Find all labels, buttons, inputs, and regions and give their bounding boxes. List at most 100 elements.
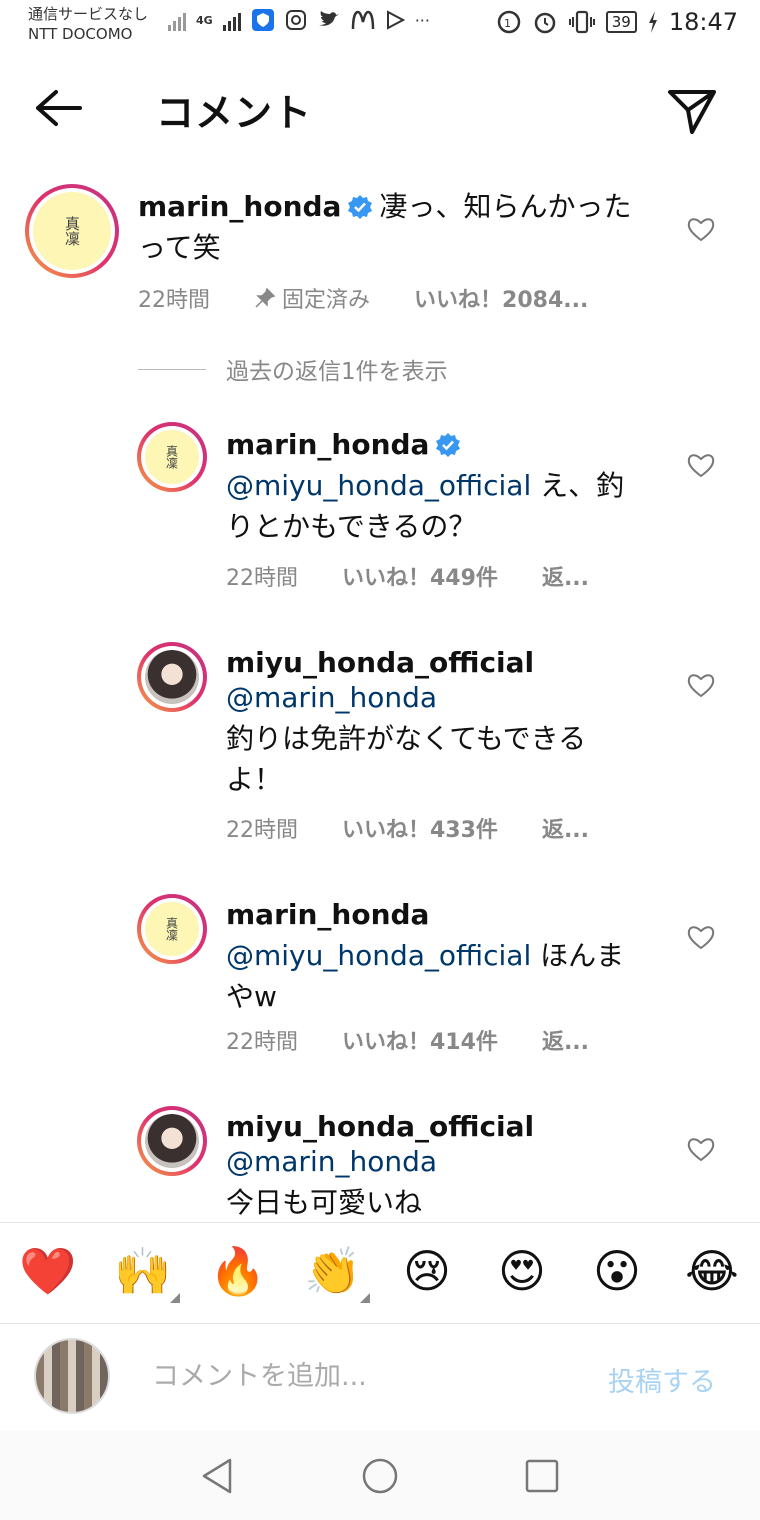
comment-time: 22時間	[226, 1030, 298, 1055]
avatar[interactable]: 真凜	[25, 184, 119, 278]
like-count[interactable]: いいね！2084...	[414, 282, 588, 314]
charging-icon	[648, 11, 657, 33]
comment-time: 22時間	[138, 288, 210, 313]
comment-body: marin_honda @miyu_honda_official ほんまやw	[226, 894, 646, 1017]
nav-home-icon[interactable]	[360, 1456, 400, 1496]
reply-comment: miyu_honda_official @marin_honda 今日も可愛いね	[0, 1106, 760, 1222]
pin-icon	[255, 287, 276, 308]
mention-link[interactable]: @marin_honda	[226, 677, 626, 718]
surprised-face-emoji-button[interactable]: 😮	[589, 1243, 645, 1299]
comment-meta: 22時間 いいね！414件 返...	[226, 1024, 589, 1056]
clock: 18:47	[668, 8, 738, 36]
crying-face-emoji-button[interactable]: 😢	[399, 1243, 455, 1299]
signal-icon	[222, 9, 241, 31]
heart-icon[interactable]	[686, 922, 716, 952]
no-signal-icon	[168, 9, 186, 31]
avatar[interactable]	[137, 1106, 207, 1176]
like-count[interactable]: いいね！449件	[342, 560, 498, 592]
tears-of-joy-emoji-button[interactable]: 😂	[684, 1243, 740, 1299]
page-title: コメント	[156, 91, 313, 135]
comment-body: miyu_honda_official @marin_honda 今日も可愛いね	[226, 1106, 626, 1222]
comment-text: 今日も可愛いね	[226, 1186, 423, 1219]
mcdonalds-icon	[351, 10, 374, 30]
mention-link[interactable]: @miyu_honda_official	[226, 939, 531, 972]
username[interactable]: marin_honda	[226, 428, 429, 461]
nav-recents-icon[interactable]	[522, 1456, 562, 1496]
reply-button[interactable]: 返...	[542, 1024, 589, 1056]
nav-back-icon[interactable]	[198, 1456, 238, 1496]
avatar-photo	[145, 650, 199, 704]
heart-icon[interactable]	[686, 214, 716, 244]
comment-input[interactable]	[152, 1354, 572, 1398]
avatar-text: 真凜	[145, 902, 199, 956]
reply-comment: 真凜 marin_honda @miyu_honda_official ほんまや…	[0, 894, 760, 1064]
data-saver-icon: 1	[497, 10, 520, 34]
avatar[interactable]: 真凜	[137, 422, 207, 492]
heart-icon[interactable]	[686, 450, 716, 480]
twitter-icon	[318, 11, 339, 26]
like-count[interactable]: いいね！414件	[342, 1024, 498, 1056]
shield-app-icon	[251, 9, 274, 31]
reply-comment: miyu_honda_official @marin_honda 釣りは免許がな…	[0, 642, 760, 844]
view-replies-link[interactable]: 過去の返信1件を表示	[138, 352, 448, 386]
system-nav-bar	[0, 1430, 760, 1520]
avatar[interactable]	[137, 642, 207, 712]
battery-level: 39	[605, 11, 637, 33]
carrier-line2: NTT DOCOMO	[28, 25, 133, 43]
comment-composer: 投稿する	[0, 1324, 760, 1430]
emoji-reaction-bar: ❤️ 🙌 🔥 👏 😢 😍 😮 😂	[0, 1222, 760, 1324]
avatar-text: 真凜	[145, 430, 199, 484]
mention-link[interactable]: @marin_honda	[226, 1141, 626, 1182]
status-left-icons: 4G ···	[168, 8, 430, 32]
comment-meta: 22時間 いいね！433件 返...	[226, 812, 589, 844]
username[interactable]: marin_honda	[226, 894, 646, 935]
raising-hands-emoji-button[interactable]: 🙌	[114, 1243, 171, 1299]
send-icon[interactable]	[664, 82, 720, 138]
carrier-info: 通信サービスなし NTT DOCOMO	[28, 4, 148, 44]
network-type: 4G	[196, 13, 213, 27]
header: コメント	[0, 60, 760, 156]
username[interactable]: marin_honda	[138, 190, 341, 223]
heart-icon[interactable]	[686, 1134, 716, 1164]
status-right-icons: 1 39 18:47	[496, 8, 738, 36]
post-button[interactable]: 投稿する	[608, 1360, 716, 1399]
vibrate-icon	[568, 10, 595, 34]
svg-text:1: 1	[504, 17, 511, 30]
view-replies-label: 過去の返信1件を表示	[226, 359, 448, 385]
verified-badge-icon	[348, 195, 373, 219]
fire-emoji-button[interactable]: 🔥	[209, 1243, 266, 1299]
comment-time: 22時間	[226, 566, 298, 591]
clapping-hands-emoji-button[interactable]: 👏	[304, 1243, 361, 1299]
avatar-text: 真凜	[33, 192, 111, 270]
reply-button[interactable]: 返...	[542, 560, 589, 592]
avatar-photo	[145, 1114, 199, 1168]
pinned-label: 固定済み	[282, 288, 371, 313]
skin-tone-indicator-icon	[360, 1293, 370, 1303]
avatar[interactable]: 真凜	[137, 894, 207, 964]
instagram-icon	[285, 10, 306, 30]
heart-eyes-emoji-button[interactable]: 😍	[494, 1243, 550, 1299]
reply-button[interactable]: 返...	[542, 812, 589, 844]
heart-icon[interactable]	[686, 670, 716, 700]
status-bar: 通信サービスなし NTT DOCOMO 4G ··· 1 39 18:47	[0, 0, 760, 52]
divider-line	[138, 368, 206, 370]
pinned-comment: 真凜 marin_honda 凄っ、知らんかったって笑 22時間 固定済み いいね…	[0, 184, 760, 334]
comment-body: marin_honda@miyu_honda_official え、釣りとかもで…	[226, 424, 646, 547]
like-count[interactable]: いいね！433件	[342, 812, 498, 844]
pinned-label-group: 固定済み	[254, 282, 370, 314]
comment-text: 釣りは免許がなくてもできるよ！	[226, 722, 587, 796]
reply-comment: 真凜 marin_honda@miyu_honda_official え、釣りと…	[0, 422, 760, 622]
comment-body: miyu_honda_official @marin_honda 釣りは免許がな…	[226, 642, 626, 800]
my-avatar	[34, 1338, 110, 1414]
comment-meta: 22時間 いいね！449件 返...	[226, 560, 589, 592]
comment-body: marin_honda 凄っ、知らんかったって笑	[138, 186, 658, 268]
more-notifications-icon: ···	[414, 10, 430, 30]
carrier-line1: 通信サービスなし	[28, 5, 149, 23]
verified-badge-icon	[436, 433, 461, 457]
heart-emoji-button[interactable]: ❤️	[19, 1243, 76, 1299]
alarm-icon	[534, 12, 555, 34]
back-arrow-icon[interactable]	[30, 84, 86, 132]
mention-link[interactable]: @miyu_honda_official	[226, 469, 531, 502]
skin-tone-indicator-icon	[170, 1293, 180, 1303]
comment-meta: 22時間 固定済み いいね！2084...	[138, 282, 588, 314]
